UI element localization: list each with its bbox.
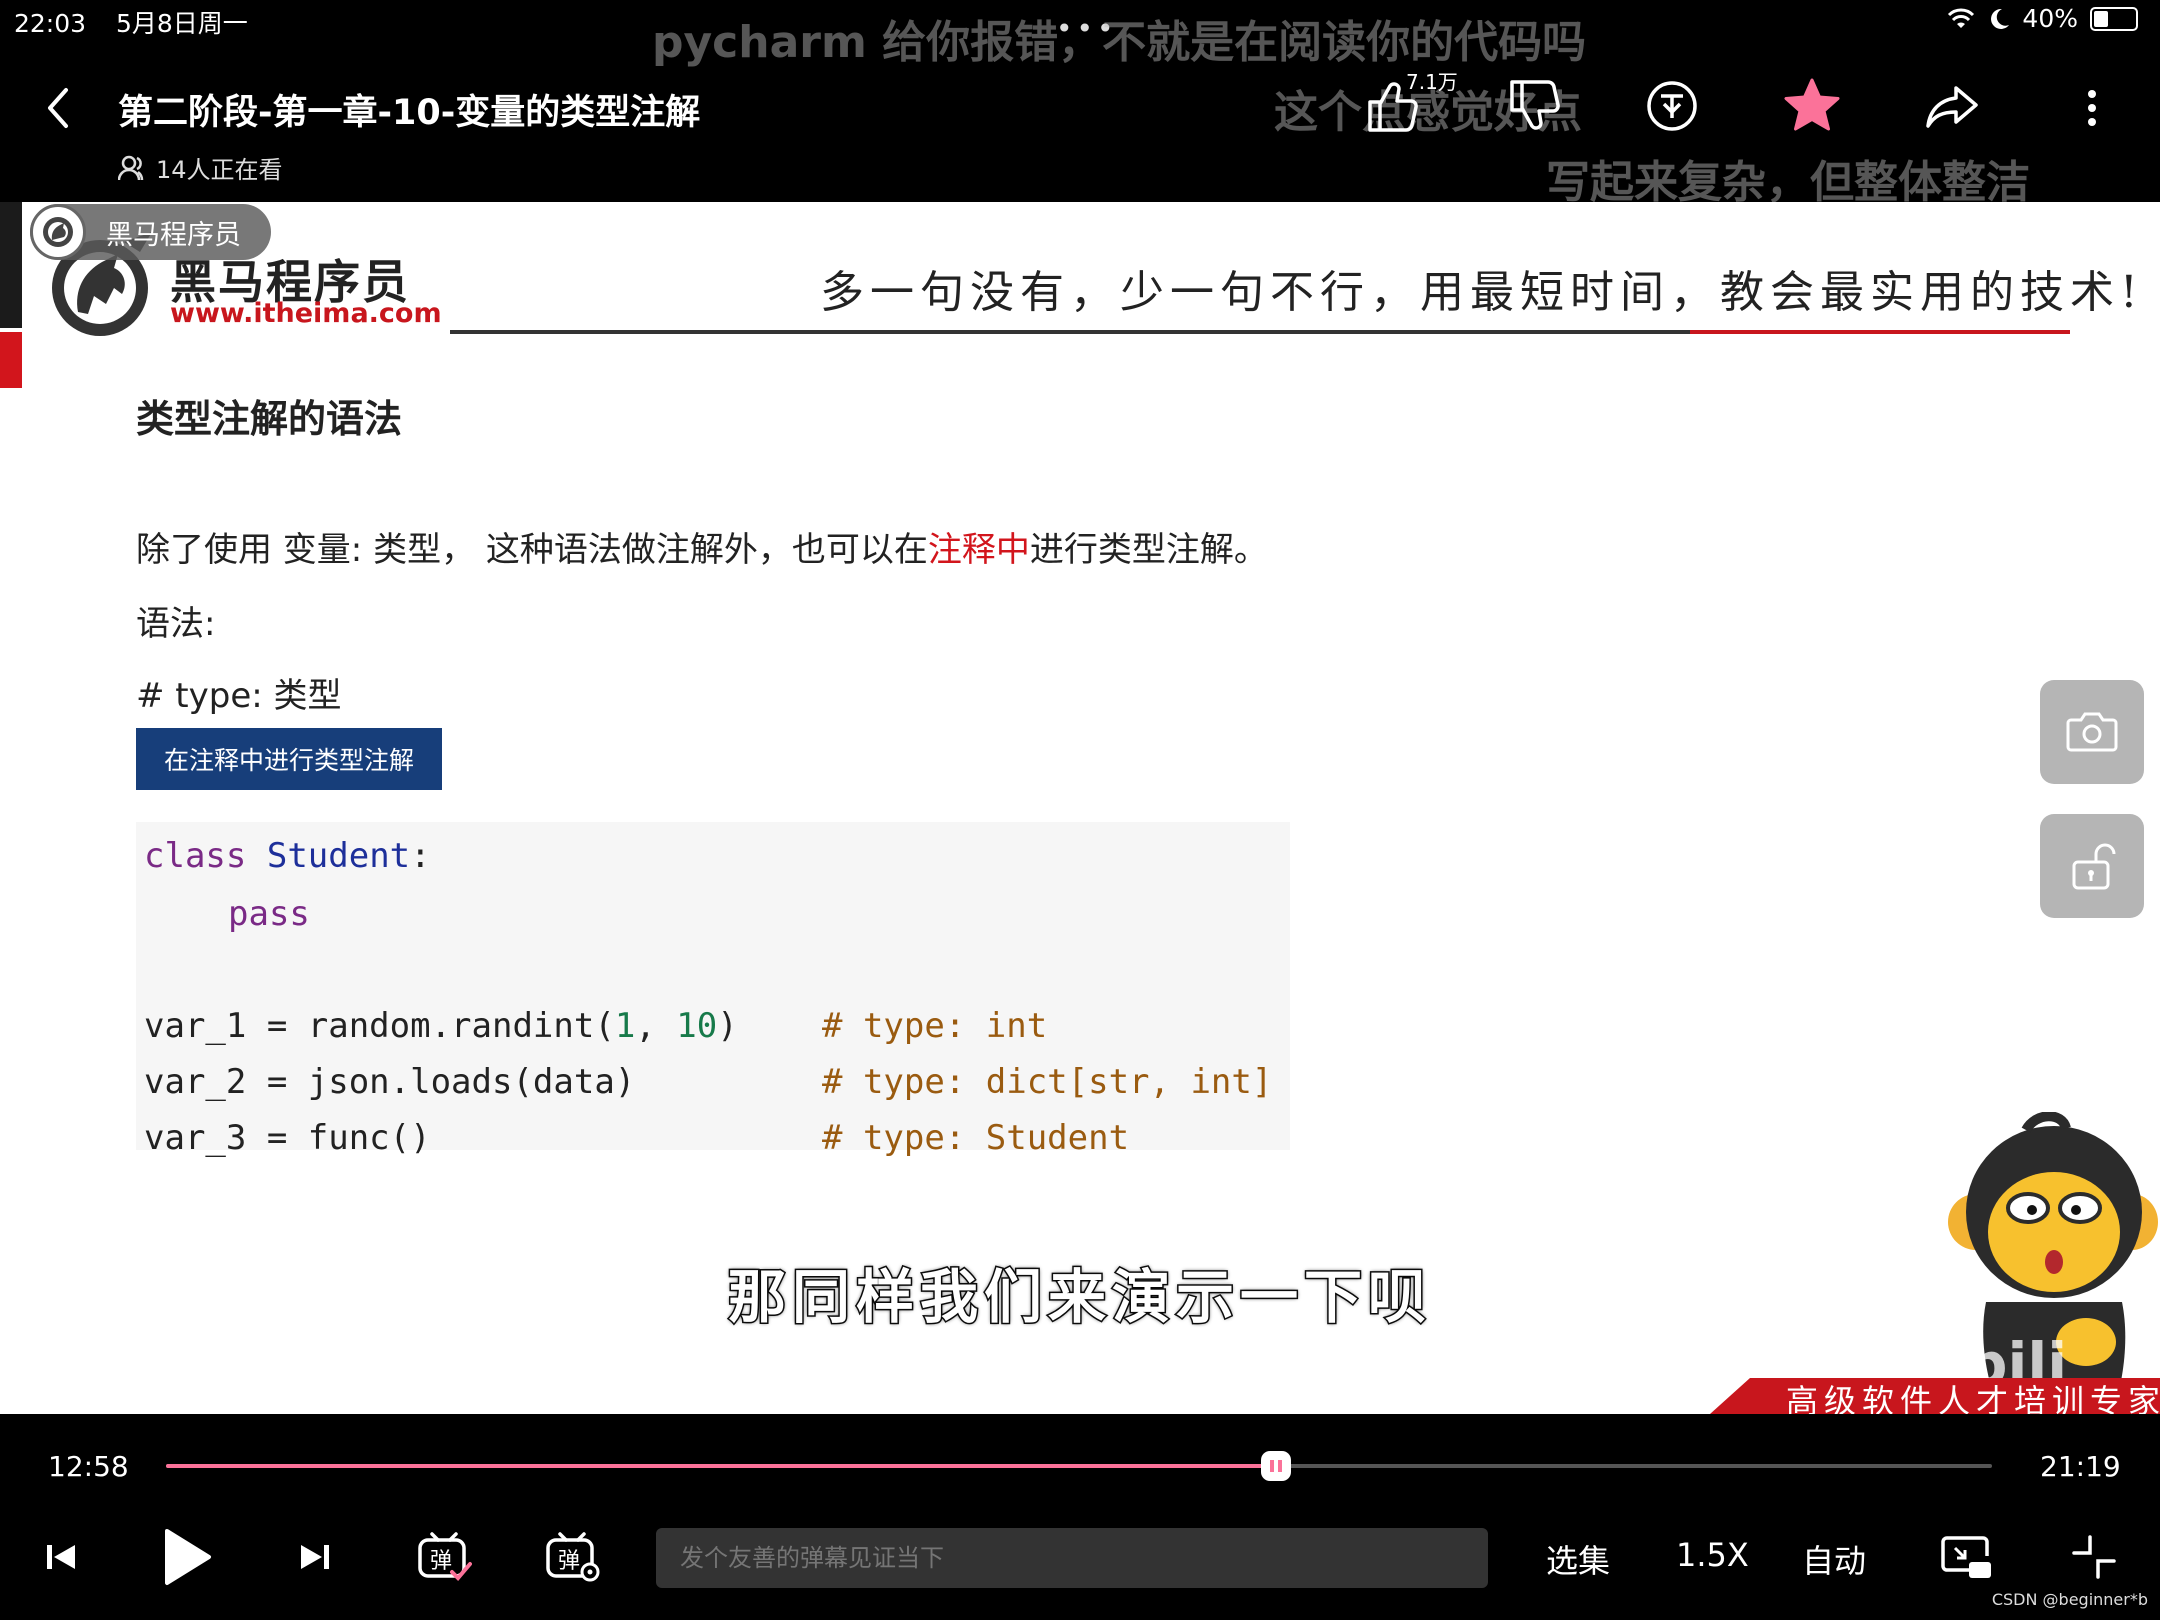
back-button[interactable] [36,80,80,136]
code-line: var_2 = json.loads(data) [144,1062,636,1102]
slide-blue-label: 在注释中进行类型注解 [136,728,442,790]
code-comment: # type: Student [822,1118,1130,1158]
code-line: pass [228,894,310,934]
progress-thumb[interactable] [1261,1451,1292,1481]
brand-url: www.itheima.com [170,298,442,329]
battery-percent: 40% [2022,4,2078,33]
more-vertical-icon [2088,90,2096,126]
speed-button[interactable]: 1.5X [1676,1536,1749,1574]
unlock-icon [2072,843,2116,890]
monkey-mascot-icon: bili [1948,1112,2158,1402]
code-block: class Student: pass var_1 = random.randi… [136,822,1290,1158]
like-button[interactable] [1360,74,1424,138]
slide-syntax-label: 语法: [136,604,216,644]
danmaku-toggle-button[interactable]: 弹 [414,1528,474,1586]
danmaku-comment: 写起来复杂，但整体整洁 [1546,157,2030,208]
danmaku-settings-button[interactable]: 弹 [542,1528,602,1586]
progress-bar[interactable] [166,1451,1992,1481]
slide-heading: 类型注解的语法 [136,397,403,441]
skip-next-icon [301,1545,329,1569]
current-time: 12:58 [48,1450,129,1483]
exit-fullscreen-icon [2072,1535,2116,1579]
svg-text:弹: 弹 [430,1549,452,1574]
progress-fill [166,1464,1277,1468]
danmaku-input[interactable] [656,1528,1488,1588]
share-arrow-icon [1926,86,1978,128]
total-time: 21:19 [2040,1450,2121,1483]
screen-lock-button[interactable] [2040,814,2144,918]
pip-button[interactable] [1936,1528,1996,1586]
csdn-watermark: CSDN @beginner*b [1991,1590,2148,1609]
battery-icon [2090,6,2138,31]
coin-icon [1647,81,1697,131]
slide-syntax-example: # type: 类型 [136,676,342,716]
viewer-count-text: 14人正在看 [156,156,283,184]
channel-badge[interactable]: 黑马程序员 [30,204,271,260]
moon-icon [1991,8,2010,29]
thumbs-down-icon [1510,80,1560,130]
code-comment: # type: int [822,1006,1048,1046]
skip-previous-icon [47,1545,75,1569]
coin-button[interactable] [1640,74,1704,138]
chevron-left-icon [48,88,68,128]
play-button[interactable] [150,1528,220,1586]
previous-button[interactable] [36,1528,86,1586]
screenshot-button[interactable] [2040,680,2144,784]
quality-button[interactable]: 自动 [1802,1536,1866,1582]
slide-header-divider-red [1690,330,2070,334]
camera-icon [2066,712,2118,752]
wifi-icon [1948,8,1975,28]
exit-fullscreen-button[interactable] [2066,1528,2122,1586]
next-button[interactable] [290,1528,340,1586]
code-comment: # type: dict[str, int] [822,1062,1273,1102]
status-date: 5月8日周一 [116,9,248,38]
slide-left-red-accent [0,332,22,388]
danmaku-on-icon: 弹 [418,1532,472,1581]
code-line: var_1 = random.randint(1, 10) [144,1006,738,1046]
slide-paragraph: 除了使用 变量: 类型， 这种语法做注解外，也可以在注释中进行类型注解。 [136,530,1268,570]
slide-slogan: 多一句没有，少一句不行，用最短时间，教会最实用的技术! [820,267,2144,318]
thumbs-up-icon [1368,82,1418,132]
slide-bottom-strip-text: 高级软件人才培训专家 [1786,1382,2160,1414]
viewer-count: 14人正在看 [118,150,283,185]
danmaku-settings-icon: 弹 [546,1532,600,1582]
picture-in-picture-icon [1941,1536,1991,1578]
dislike-button[interactable] [1502,74,1566,138]
star-icon [1784,78,1840,131]
channel-badge-name: 黑马程序员 [106,219,241,251]
code-line: var_3 = func() [144,1118,431,1158]
video-frame[interactable]: 黑马程序员 www.itheima.com 黑马程序员 多一句没有，少一句不行，… [0,202,2160,1414]
favorite-button[interactable] [1780,74,1844,138]
share-button[interactable] [1920,74,1984,138]
more-options-button[interactable] [2072,80,2112,136]
play-icon [165,1529,211,1585]
danmaku-comment: pycharm 给你报错，不就是在阅读你的代码吗 [652,17,1587,68]
video-title: 第二阶段-第一章-10-变量的类型注解 [118,93,701,133]
people-icon [118,155,144,180]
channel-avatar [30,204,86,260]
code-line: class Student: [144,836,431,876]
status-time: 22:03 [14,9,87,38]
video-subtitle: 那同样我们来演示一下呗 [726,1262,1432,1333]
episodes-button[interactable]: 选集 [1546,1536,1610,1582]
horse-logo-icon [43,217,73,247]
slide-left-accent [0,202,22,328]
svg-text:弹: 弹 [558,1549,580,1574]
